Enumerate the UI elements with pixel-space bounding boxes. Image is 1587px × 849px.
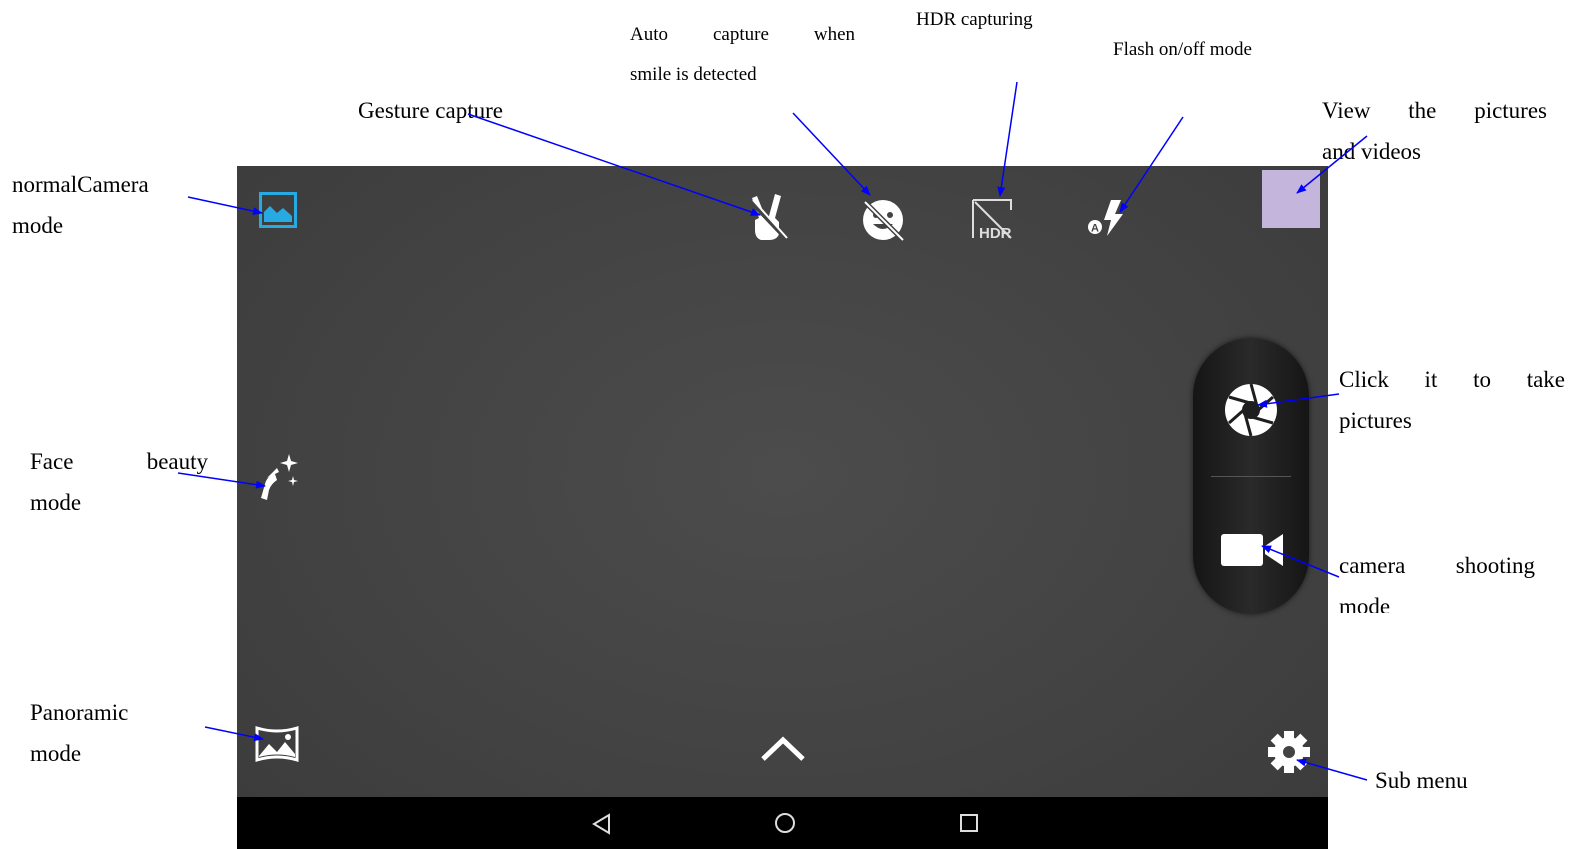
arrow-video [1261, 545, 1340, 578]
arrow-view [1296, 135, 1368, 194]
arrow-hdr [997, 81, 1018, 197]
annotation-arrows [177, 81, 1368, 781]
arrow-gesture [467, 113, 761, 216]
arrow-face-beauty [177, 472, 266, 489]
arrow-submenu [1296, 758, 1368, 781]
arrow-shutter [1257, 393, 1340, 408]
arrow-smile [792, 112, 871, 196]
arrow-flash [1119, 116, 1184, 213]
arrow-panoramic [204, 726, 264, 742]
arrow-normal-camera [187, 196, 263, 216]
